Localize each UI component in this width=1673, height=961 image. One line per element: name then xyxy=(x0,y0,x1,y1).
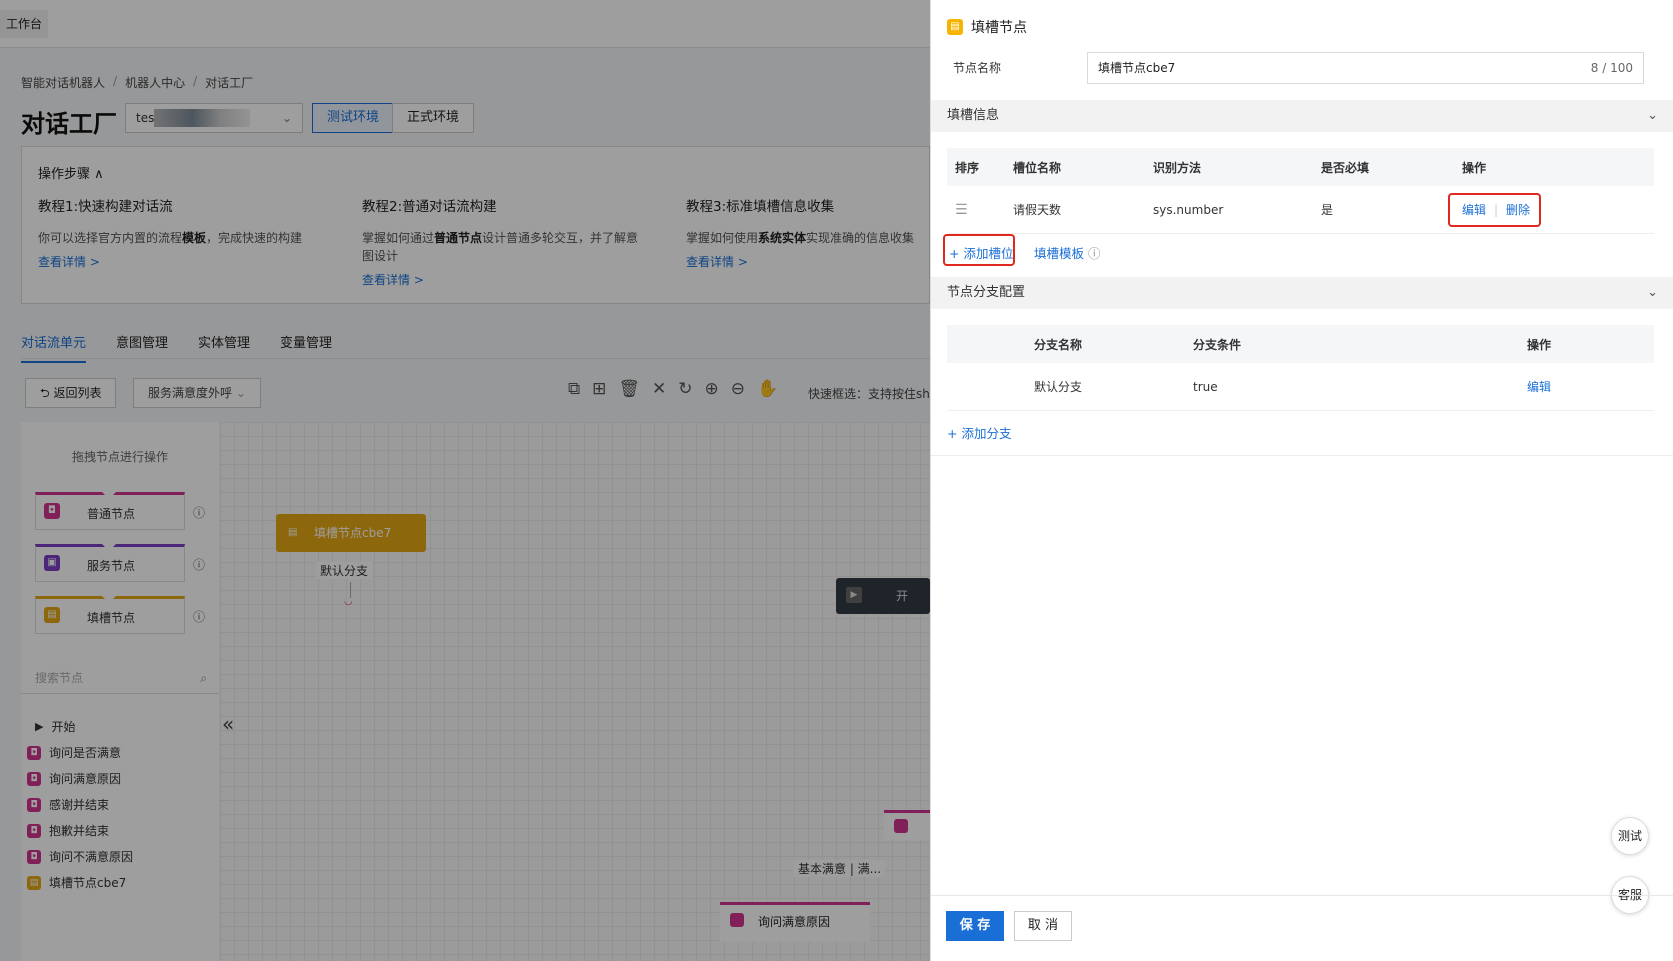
drag-handle-icon[interactable]: ☰ xyxy=(955,186,968,233)
node-name-input[interactable]: 填槽节点cbe7 8 / 100 xyxy=(1087,52,1644,84)
chevron-down-icon: ⌄ xyxy=(1647,285,1658,300)
drawer-title: 填槽节点 xyxy=(971,20,1027,36)
node-name-label: 节点名称 xyxy=(953,61,1002,75)
cancel-button[interactable]: 取 消 xyxy=(1014,911,1072,941)
slot-table-header: 排序 槽位名称 识别方法 是否必填 操作 xyxy=(947,148,1654,186)
test-float-button[interactable]: 测试 xyxy=(1611,817,1649,855)
slot-template-link[interactable]: 填槽模板 ⓘ xyxy=(1034,243,1101,262)
chevron-down-icon: ⌄ xyxy=(1647,108,1658,123)
slot-info-section[interactable]: 填槽信息 ⌄ xyxy=(931,100,1673,132)
table-row: ☰ 请假天数 sys.number 是 编辑 | 删除 xyxy=(947,186,1654,234)
divider xyxy=(931,455,1673,456)
footer-divider xyxy=(931,895,1673,896)
highlight-box xyxy=(943,234,1015,266)
slot-node-drawer: ▤ 填槽节点 节点名称 填槽节点cbe7 8 / 100 填槽信息 ⌄ 排序 槽位… xyxy=(930,0,1673,961)
branch-config-section[interactable]: 节点分支配置 ⌄ xyxy=(931,277,1673,309)
edit-branch-link[interactable]: 编辑 xyxy=(1527,363,1551,410)
highlight-box xyxy=(1448,193,1541,227)
save-button[interactable]: 保 存 xyxy=(946,911,1004,941)
modal-overlay[interactable] xyxy=(0,0,930,961)
char-count: 8 / 100 xyxy=(1590,61,1633,75)
table-row: 默认分支 true 编辑 xyxy=(947,363,1654,411)
help-icon: ⓘ xyxy=(1088,246,1101,261)
drawer-header: ▤ 填槽节点 xyxy=(947,17,1027,37)
branch-table-header: 分支名称 分支条件 操作 xyxy=(947,325,1654,363)
slot-icon: ▤ xyxy=(947,19,963,35)
add-branch-button[interactable]: + 添加分支 xyxy=(947,423,1011,442)
